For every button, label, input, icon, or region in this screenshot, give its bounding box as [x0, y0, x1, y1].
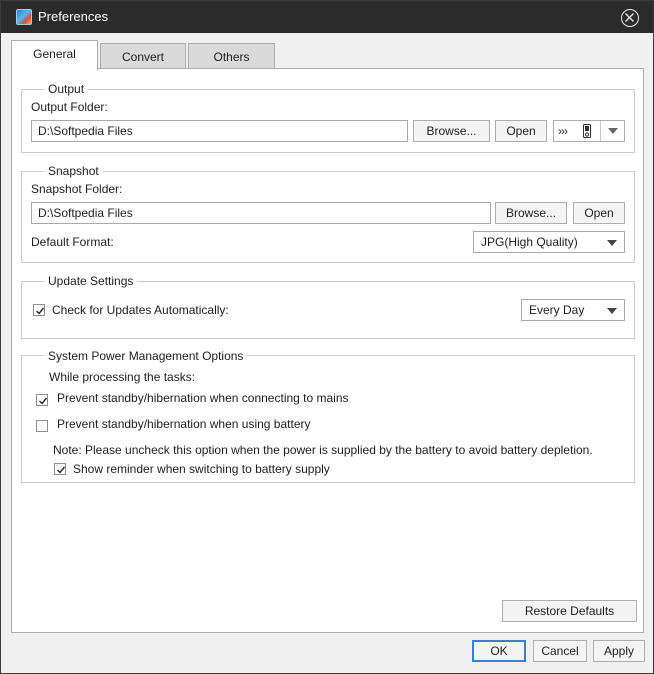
output-browse-button[interactable]: Browse... [413, 120, 490, 142]
title-bar: Preferences [1, 1, 653, 33]
default-format-label: Default Format: [31, 235, 114, 249]
prevent-standby-mains-label: Prevent standby/hibernation when connect… [57, 391, 349, 405]
snapshot-legend: Snapshot [44, 164, 103, 178]
battery-reminder-label: Show reminder when switching to battery … [73, 462, 330, 476]
power-management-legend: System Power Management Options [44, 349, 248, 363]
power-intro-text: While processing the tasks: [49, 370, 196, 384]
prevent-standby-battery-checkbox[interactable] [36, 420, 48, 432]
default-format-value: JPG(High Quality) [481, 235, 578, 249]
update-frequency-value: Every Day [529, 303, 585, 317]
window-title: Preferences [38, 9, 109, 24]
tab-others[interactable]: Others [188, 43, 275, 70]
checkmark-icon [57, 466, 66, 474]
chevron-down-icon [607, 308, 617, 314]
auto-update-checkbox[interactable] [33, 304, 45, 316]
tab-general[interactable]: General [11, 40, 98, 70]
update-settings-legend: Update Settings [44, 274, 138, 288]
checkmark-icon [39, 397, 48, 405]
checkmark-icon [36, 307, 45, 315]
output-folder-input[interactable]: D:\Softpedia Files [31, 120, 408, 142]
close-icon[interactable] [621, 9, 639, 27]
default-format-select[interactable]: JPG(High Quality) [473, 231, 625, 253]
device-selector-divider [600, 121, 601, 141]
snapshot-open-button[interactable]: Open [573, 202, 625, 224]
portable-device-icon [583, 124, 591, 141]
auto-update-label: Check for Updates Automatically: [52, 303, 229, 317]
battery-reminder-checkbox[interactable] [54, 463, 66, 475]
device-selector[interactable]: ››› [553, 120, 625, 142]
cancel-button[interactable]: Cancel [533, 640, 587, 662]
apply-button[interactable]: Apply [593, 640, 645, 662]
prevent-standby-mains-checkbox[interactable] [36, 394, 48, 406]
chevron-down-icon [607, 240, 617, 246]
preferences-window: Preferences General Convert Others Outpu… [0, 0, 654, 674]
ok-button[interactable]: OK [472, 640, 526, 662]
snapshot-folder-label: Snapshot Folder: [31, 182, 123, 196]
restore-defaults-button[interactable]: Restore Defaults [502, 600, 637, 622]
device-arrows-label: ››› [558, 124, 568, 138]
snapshot-browse-button[interactable]: Browse... [495, 202, 567, 224]
chevron-down-icon [608, 128, 618, 134]
output-open-button[interactable]: Open [495, 120, 547, 142]
snapshot-folder-input[interactable]: D:\Softpedia Files [31, 202, 491, 224]
app-logo-icon [16, 9, 32, 25]
battery-note-text: Note: Please uncheck this option when th… [53, 443, 593, 457]
tab-convert[interactable]: Convert [100, 43, 186, 70]
output-folder-label: Output Folder: [31, 100, 108, 114]
prevent-standby-battery-label: Prevent standby/hibernation when using b… [57, 417, 311, 431]
update-frequency-select[interactable]: Every Day [521, 299, 625, 321]
output-legend: Output [44, 82, 89, 96]
